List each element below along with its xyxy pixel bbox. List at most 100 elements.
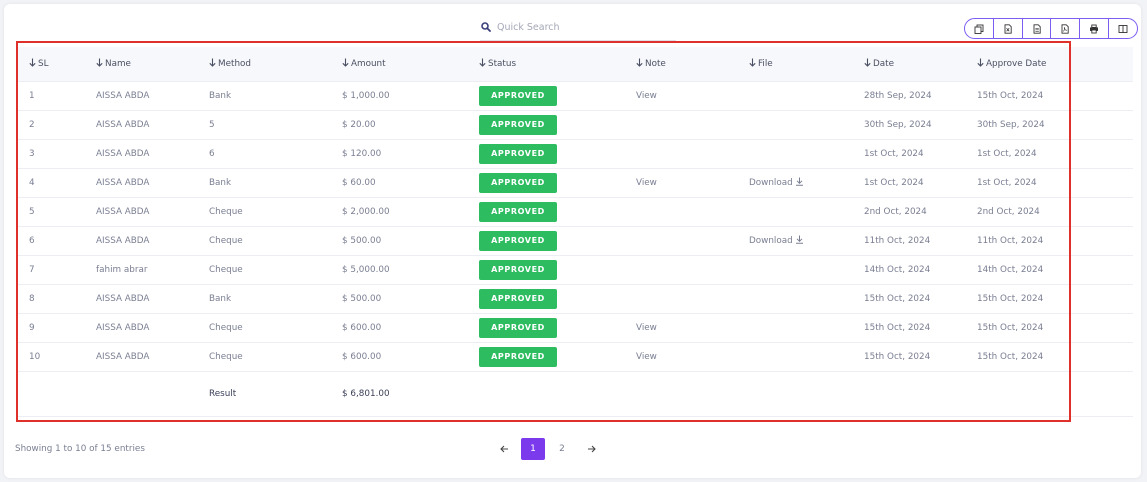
pdf-button[interactable] <box>1050 19 1079 38</box>
cell-approve-date: 2nd Oct, 2024 <box>962 197 1133 227</box>
cell-note: View <box>621 81 734 111</box>
csv-button[interactable] <box>1021 19 1051 38</box>
copy-button[interactable] <box>965 19 993 38</box>
result-label: Result <box>194 371 327 417</box>
cell-name: AISSA ABDA <box>78 342 194 372</box>
cell-sl: 10 <box>16 342 78 372</box>
cell-date: 15th Oct, 2024 <box>849 284 962 314</box>
quick-search[interactable] <box>480 14 676 41</box>
status-badge: APPROVED <box>479 85 557 106</box>
cell-name: AISSA ABDA <box>78 168 194 198</box>
table-row: 1 AISSA ABDA Bank $ 1,000.00 APPROVED View 28t… <box>16 81 1133 111</box>
table-row: 2 AISSA ABDA 5 $ 20.00 APPROVED 30th Sep, 202… <box>16 110 1133 140</box>
status-badge: APPROVED <box>479 288 557 309</box>
sort-arrow-icon <box>749 58 756 70</box>
cell-approve-date: 15th Oct, 2024 <box>962 81 1133 111</box>
cell-note <box>621 226 734 256</box>
col-header-file[interactable]: File <box>734 47 849 82</box>
cell-note <box>621 255 734 285</box>
cell-date: 30th Sep, 2024 <box>849 110 962 140</box>
arrow-right-icon <box>587 445 596 453</box>
table-row: 7 fahim abrar Cheque $ 5,000.00 APPROVED 14th… <box>16 255 1133 285</box>
result-amount: $ 6,801.00 <box>327 371 464 417</box>
cell-amount: $ 600.00 <box>327 313 464 343</box>
cell-name: AISSA ABDA <box>78 81 194 111</box>
download-link[interactable]: Download <box>749 177 804 188</box>
cell-name: AISSA ABDA <box>78 197 194 227</box>
cell-approve-date: 11th Oct, 2024 <box>962 226 1133 256</box>
cell-note: View <box>621 313 734 343</box>
export-toolbar <box>964 18 1138 39</box>
cell-date: 11th Oct, 2024 <box>849 226 962 256</box>
result-empty-cell <box>78 371 194 417</box>
download-icon <box>795 235 803 244</box>
col-header-approve-date[interactable]: Approve Date <box>962 47 1133 82</box>
cell-note: View <box>621 168 734 198</box>
columns-button[interactable] <box>1108 19 1137 38</box>
cell-status: APPROVED <box>464 255 621 285</box>
cell-sl: 2 <box>16 110 78 140</box>
result-row: Result $ 6,801.00 <box>16 371 1133 417</box>
sort-arrow-icon <box>977 58 984 70</box>
col-header-sl[interactable]: SL <box>16 47 78 82</box>
col-header-date[interactable]: Date <box>849 47 962 82</box>
download-link[interactable]: Download <box>749 235 804 246</box>
copy-icon <box>974 24 984 34</box>
result-empty-cell <box>464 371 621 417</box>
cell-note <box>621 110 734 140</box>
view-note-link[interactable]: View <box>636 91 657 101</box>
result-empty-cell <box>962 371 1133 417</box>
search-icon <box>481 22 491 32</box>
table-row: 9 AISSA ABDA Cheque $ 600.00 APPROVED View 15t… <box>16 313 1133 343</box>
cell-file <box>734 110 849 140</box>
cell-sl: 9 <box>16 313 78 343</box>
status-badge: APPROVED <box>479 172 557 193</box>
next-page-button[interactable] <box>579 438 603 460</box>
cell-approve-date: 1st Oct, 2024 <box>962 168 1133 198</box>
cell-sl: 8 <box>16 284 78 314</box>
view-note-link[interactable]: View <box>636 323 657 333</box>
cell-status: APPROVED <box>464 197 621 227</box>
view-note-link[interactable]: View <box>636 352 657 362</box>
result-empty-cell <box>849 371 962 417</box>
view-note-link[interactable]: View <box>636 178 657 188</box>
cell-method: 5 <box>194 110 327 140</box>
page-2-button[interactable]: 2 <box>550 438 574 460</box>
cell-name: fahim abrar <box>78 255 194 285</box>
search-input[interactable] <box>497 21 667 33</box>
cell-approve-date: 30th Sep, 2024 <box>962 110 1133 140</box>
col-header-status[interactable]: Status <box>464 47 621 82</box>
excel-button[interactable] <box>992 19 1022 38</box>
cell-note <box>621 139 734 169</box>
pdf-icon <box>1061 23 1070 34</box>
cell-status: APPROVED <box>464 313 621 343</box>
col-header-amount[interactable]: Amount <box>327 47 464 82</box>
col-header-method[interactable]: Method <box>194 47 327 82</box>
col-header-note[interactable]: Note <box>621 47 734 82</box>
table-row: 10 AISSA ABDA Cheque $ 600.00 APPROVED View 15… <box>16 342 1133 372</box>
cell-name: AISSA ABDA <box>78 226 194 256</box>
prev-page-button[interactable] <box>492 438 516 460</box>
cell-approve-date: 15th Oct, 2024 <box>962 342 1133 372</box>
cell-amount: $ 600.00 <box>327 342 464 372</box>
cell-note <box>621 197 734 227</box>
cell-amount: $ 5,000.00 <box>327 255 464 285</box>
cell-sl: 3 <box>16 139 78 169</box>
cell-file: Download <box>734 168 849 198</box>
table-row: 5 AISSA ABDA Cheque $ 2,000.00 APPROVED 2nd O… <box>16 197 1133 227</box>
download-icon <box>795 177 803 186</box>
page-1-button[interactable]: 1 <box>521 438 545 460</box>
cell-file <box>734 342 849 372</box>
col-header-name[interactable]: Name <box>78 47 194 82</box>
sort-arrow-icon <box>209 58 216 70</box>
cell-approve-date: 15th Oct, 2024 <box>962 284 1133 314</box>
cell-file <box>734 313 849 343</box>
cell-sl: 1 <box>16 81 78 111</box>
table-header-row: SL Name Method Amount Status Note File D… <box>16 47 1133 82</box>
result-empty-cell <box>621 371 734 417</box>
cell-method: 6 <box>194 139 327 169</box>
print-button[interactable] <box>1079 19 1108 38</box>
cell-status: APPROVED <box>464 168 621 198</box>
result-empty-cell <box>16 371 78 417</box>
table-row: 4 AISSA ABDA Bank $ 60.00 APPROVED View Downlo… <box>16 168 1133 198</box>
